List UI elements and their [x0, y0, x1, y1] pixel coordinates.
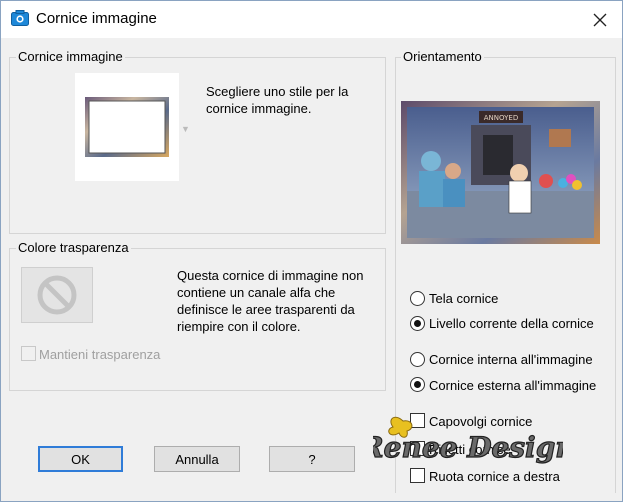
transparency-group-label: Colore trasparenza — [16, 240, 131, 255]
preview-banner-text: ANNOYED — [484, 114, 518, 122]
frame-inside-radio[interactable] — [410, 352, 425, 367]
frame-outside-label: Cornice esterna all'immagine — [429, 378, 597, 393]
transparency-color-swatch — [21, 267, 93, 323]
watermark-text: Renee Design — [373, 431, 563, 464]
canvas-frame-radio[interactable] — [410, 291, 425, 306]
close-icon[interactable] — [591, 11, 609, 29]
transparency-description: Questa cornice di immagine non contiene … — [177, 268, 364, 334]
title-bar: Cornice immagine — [1, 1, 622, 38]
window-title: Cornice immagine — [36, 10, 157, 27]
current-layer-frame-label: Livello corrente della cornice — [429, 316, 594, 331]
frame-outside-radio[interactable] — [410, 377, 425, 392]
frame-inside-label: Cornice interna all'immagine — [429, 352, 593, 367]
frame-style-group-label: Cornice immagine — [16, 49, 125, 64]
help-button[interactable]: ? — [269, 446, 355, 472]
frame-dialog: Cornice immagine Cornice immagine ▼ Sceg… — [0, 0, 623, 502]
canvas-frame-label: Tela cornice — [429, 291, 499, 306]
renee-design-watermark: Renee Design — [373, 416, 563, 465]
keep-transparency-label: Mantieni trasparenza — [39, 347, 161, 362]
current-layer-frame-radio[interactable] — [410, 316, 425, 331]
frame-style-picker[interactable] — [75, 73, 179, 181]
no-sign-icon — [37, 275, 77, 315]
frame-thumbnail — [85, 97, 169, 157]
cancel-button[interactable]: Annulla — [154, 446, 240, 472]
keep-transparency-checkbox[interactable] — [21, 346, 36, 361]
frame-preview-image: ANNOYED — [401, 101, 600, 244]
camera-icon — [11, 10, 29, 26]
ok-button[interactable]: OK — [38, 446, 123, 472]
frame-style-description: Scegliere uno stile per la cornice immag… — [206, 84, 349, 116]
orientation-group-label: Orientamento — [401, 49, 484, 64]
chevron-down-icon[interactable]: ▼ — [181, 124, 190, 134]
